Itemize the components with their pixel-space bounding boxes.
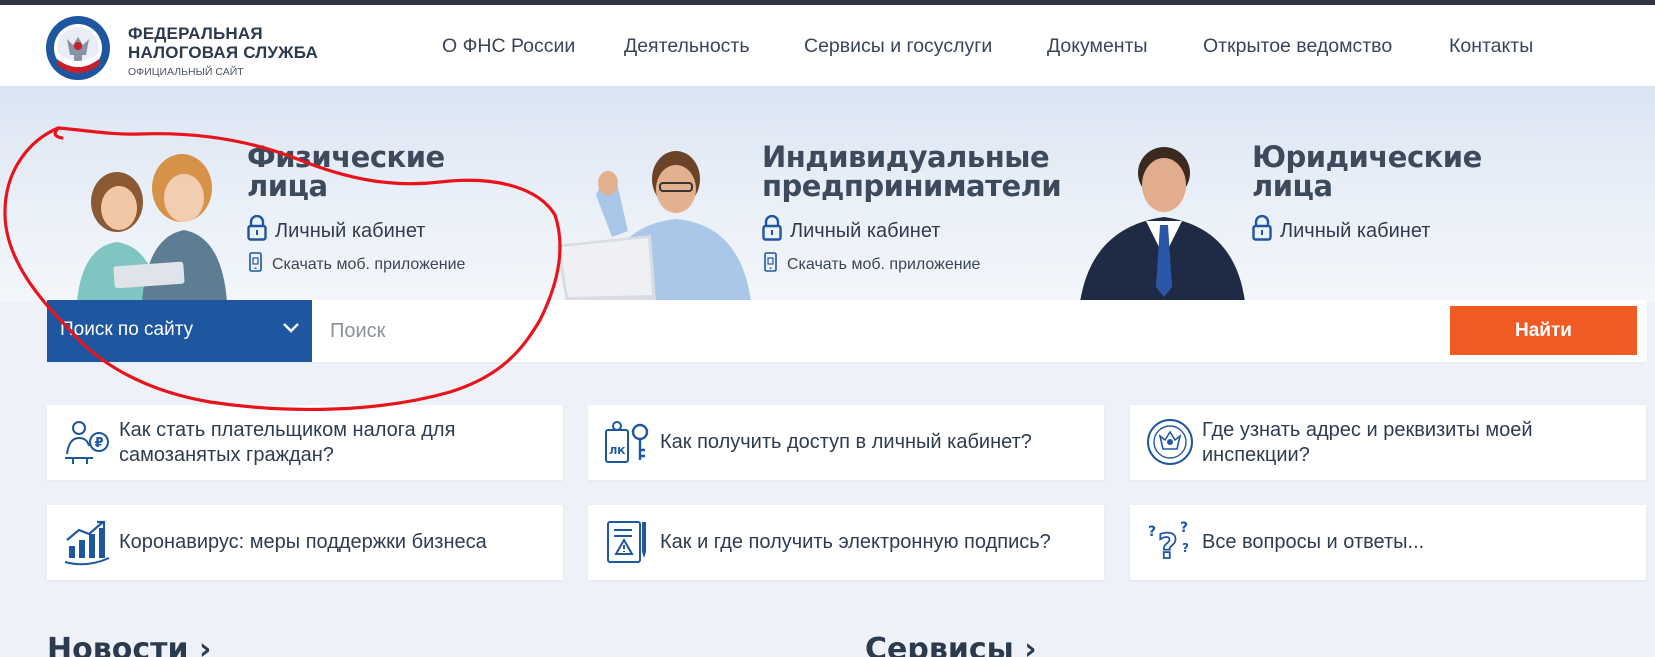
card-all-questions[interactable]: ? ? ? ? Все вопросы и ответы... [1130, 505, 1646, 580]
search-input[interactable] [312, 300, 1492, 362]
mother-daughter-photo [77, 154, 227, 302]
entrepreneurs-app-link[interactable]: Скачать моб. приложение [764, 252, 980, 274]
card-self-employed-text: Как стать плательщиком налога для самоза… [119, 418, 456, 466]
key-lk-icon: ЛК [605, 421, 649, 463]
app-label: Скачать моб. приложение [787, 256, 981, 273]
cabinet-label: Личный кабинет [275, 220, 426, 242]
emblem-icon [1147, 419, 1193, 465]
category-title-line1: Юридические [1252, 140, 1482, 174]
cabinet-label: Личный кабинет [790, 220, 941, 242]
nav-item-services[interactable]: Сервисы и госуслуги [804, 35, 992, 58]
search-scope-label: Поиск по сайту [60, 319, 194, 340]
svg-text:?: ? [1158, 527, 1178, 566]
search-scope-select[interactable]: Поиск по сайту [47, 300, 312, 362]
businessman-photo [1080, 147, 1245, 302]
card-self-employed[interactable]: ₽ Как стать плательщиком налога для само… [47, 405, 563, 480]
card-inspection-address[interactable]: Где узнать адрес и реквизиты моей инспек… [1130, 405, 1646, 480]
category-legal-entities-title[interactable]: Юридические лица [1252, 143, 1482, 201]
cabinet-label: Личный кабинет [1280, 220, 1431, 242]
app-label: Скачать моб. приложение [272, 256, 466, 273]
category-title-line1: Индивидуальные [762, 140, 1050, 174]
category-title-line2: лица [1252, 169, 1333, 203]
questions-icon: ? ? ? ? [1148, 520, 1189, 566]
card-inspection-address-text: Где узнать адрес и реквизиты моей инспек… [1202, 418, 1533, 466]
entrepreneurs-cabinet-link[interactable]: Личный кабинет [762, 215, 940, 243]
category-title-line2: предприниматели [762, 169, 1062, 203]
nav-item-documents[interactable]: Документы [1047, 35, 1148, 58]
individuals-cabinet-link[interactable]: Личный кабинет [247, 215, 425, 243]
card-coronavirus-support[interactable]: Коронавирус: меры поддержки бизнеса [47, 505, 563, 580]
svg-text:?: ? [1148, 524, 1156, 540]
main-nav: О ФНС России Деятельность Сервисы и госу… [0, 35, 1655, 63]
svg-text:₽: ₽ [95, 436, 104, 451]
nav-item-open-agency[interactable]: Открытое ведомство [1203, 35, 1392, 58]
news-section-link[interactable]: Новости › [47, 632, 211, 657]
category-individuals-title[interactable]: Физические лица [247, 143, 445, 201]
svg-text:?: ? [1182, 541, 1189, 555]
card-cabinet-access[interactable]: ЛК Как получить доступ в личный кабинет? [588, 405, 1104, 480]
e-signature-icon [607, 521, 646, 563]
lock-icon [762, 215, 782, 241]
nav-item-about[interactable]: О ФНС России [442, 35, 575, 58]
svg-text:?: ? [1180, 520, 1188, 536]
category-title-line1: Физические [247, 140, 445, 174]
individuals-app-link[interactable]: Скачать моб. приложение [249, 252, 465, 274]
svg-text:ЛК: ЛК [609, 446, 626, 457]
growth-chart-icon [64, 520, 110, 566]
logo-subtitle: ОФИЦИАЛЬНЫЙ САЙТ [128, 66, 244, 78]
hero-banner: Физические лица Личный кабинет Скачать м… [0, 87, 1655, 302]
card-coronavirus-support-text: Коронавирус: меры поддержки бизнеса [119, 531, 487, 553]
chevron-down-icon [283, 323, 299, 333]
search-submit-button[interactable]: Найти [1450, 306, 1637, 355]
search-bar: Поиск по сайту Найти [47, 300, 1647, 362]
site-header: ФЕДЕРАЛЬНАЯ НАЛОГОВАЯ СЛУЖБА ОФИЦИАЛЬНЫЙ… [0, 5, 1655, 87]
lock-icon [247, 215, 267, 241]
legal-entities-cabinet-link[interactable]: Личный кабинет [1252, 215, 1430, 243]
nav-item-contacts[interactable]: Контакты [1449, 35, 1533, 58]
services-section-link[interactable]: Сервисы › [865, 632, 1037, 657]
phone-icon [764, 252, 777, 272]
lock-icon [1252, 215, 1272, 241]
card-e-signature-text: Как и где получить электронную подпись? [660, 531, 1051, 553]
card-e-signature[interactable]: Как и где получить электронную подпись? [588, 505, 1104, 580]
card-all-questions-text: Все вопросы и ответы... [1202, 531, 1425, 553]
card-cabinet-access-text: Как получить доступ в личный кабинет? [660, 431, 1032, 453]
self-employed-icon: ₽ [65, 421, 109, 464]
nav-item-activity[interactable]: Деятельность [624, 35, 750, 58]
category-entrepreneurs-title[interactable]: Индивидуальные предприниматели [762, 140, 1062, 203]
entrepreneur-photo [556, 151, 751, 302]
phone-icon [249, 252, 262, 272]
category-title-line2: лица [247, 169, 328, 203]
